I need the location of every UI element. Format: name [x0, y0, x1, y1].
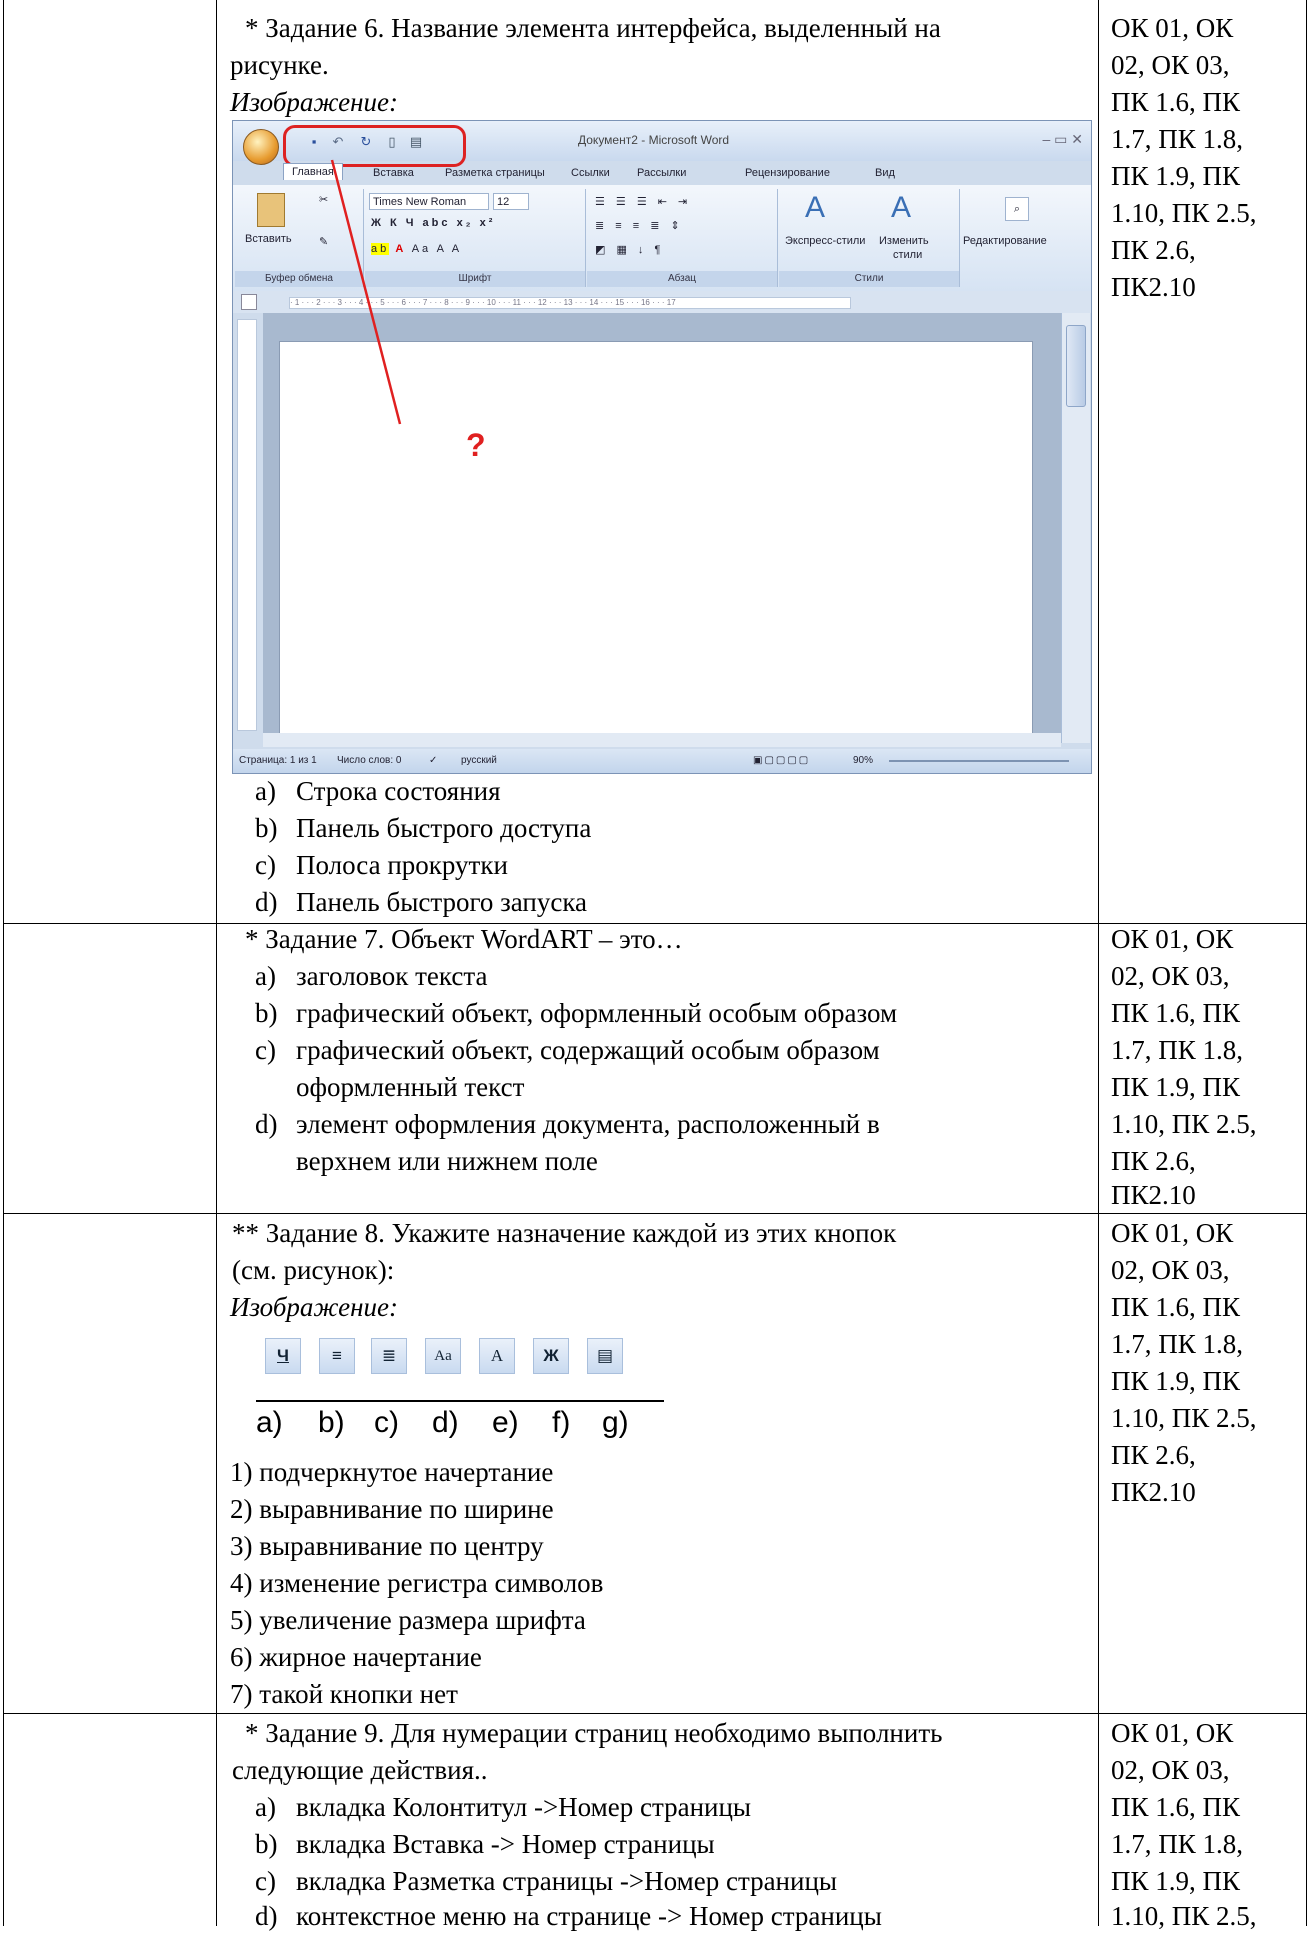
task7-option-a: a) заголовок текста: [255, 961, 488, 991]
table-border-right: [1306, 0, 1307, 1926]
pointer-arrow: [330, 159, 402, 425]
task8-answer-2: 2) выравнивание по ширине: [230, 1494, 554, 1524]
task6-option-c: c) Полоса прокрутки: [255, 850, 508, 880]
buttons-image: Ч ≡ ≣ Aa A Ж ▤: [247, 1328, 667, 1388]
task8-answer-5: 5) увеличение размера шрифта: [230, 1605, 586, 1635]
insert-picture-button-icon: ▤: [587, 1338, 623, 1374]
task7-option-c: c) графический объект, содержащий особым…: [255, 1035, 880, 1065]
table-row-divider: [3, 1713, 1307, 1714]
task8-answer-3: 3) выравнивание по центру: [230, 1531, 544, 1561]
task7-option-c-cont: оформленный текст: [296, 1072, 525, 1102]
task6-option-b: b) Панель быстрого доступа: [255, 813, 592, 843]
task8-answer-6: 6) жирное начертание: [230, 1642, 482, 1672]
task6-option-a: a) Строка состояния: [255, 776, 501, 806]
center-button-icon: ≣: [371, 1338, 407, 1374]
grow-font-button-icon: A: [479, 1338, 515, 1374]
task8-answer-4: 4) изменение регистра символов: [230, 1568, 604, 1598]
task8-answer-7: 7) такой кнопки нет: [230, 1679, 458, 1709]
table-border-left: [3, 0, 4, 1926]
task7-option-d-cont: верхнем или нижнем поле: [296, 1146, 598, 1176]
bold-button-icon: Ж: [533, 1338, 569, 1374]
task9-option-a: a) вкладка Колонтитул ->Номер страницы: [255, 1792, 752, 1822]
task7-option-d: d) элемент оформления документа, располо…: [255, 1109, 880, 1139]
task8-answer-1: 1) подчеркнутое начертание: [230, 1457, 554, 1487]
underline-button-icon: Ч: [265, 1338, 301, 1374]
justify-button-icon: ≡: [319, 1338, 355, 1374]
task8-question-line1: ** Задание 8. Укажите назначение каждой …: [232, 1218, 897, 1248]
task6-question-line1: * Задание 6. Название элемента интерфейс…: [245, 13, 941, 43]
task7-option-b: b) графический объект, оформленный особы…: [255, 998, 898, 1028]
task9-option-c: c) вкладка Разметка страницы ->Номер стр…: [255, 1866, 838, 1896]
task6-question-line2: рисунке.: [230, 50, 329, 80]
task6-image-label: Изображение:: [230, 87, 399, 117]
buttons-underline: [256, 1400, 664, 1402]
task6-option-d: d) Панель быстрого запуска: [255, 887, 588, 917]
change-case-button-icon: Aa: [425, 1338, 461, 1374]
task9-question-line2: следующие действия..: [232, 1755, 488, 1785]
task9-option-b: b) вкладка Вставка -> Номер страницы: [255, 1829, 715, 1859]
task9-option-d: d) контекстное меню на странице -> Номер…: [255, 1901, 882, 1931]
table-col-divider-1: [216, 0, 217, 1926]
task9-question-line1: * Задание 9. Для нумерации страниц необх…: [245, 1718, 943, 1748]
task7-question: * Задание 7. Объект WordART – это…: [245, 924, 683, 954]
task8-question-line2: (см. рисунок):: [232, 1255, 395, 1285]
document-page: * Задание 6. Название элемента интерфейс…: [0, 0, 1313, 1931]
task8-image-label: Изображение:: [230, 1292, 399, 1322]
table-col-divider-2: [1098, 0, 1099, 1926]
